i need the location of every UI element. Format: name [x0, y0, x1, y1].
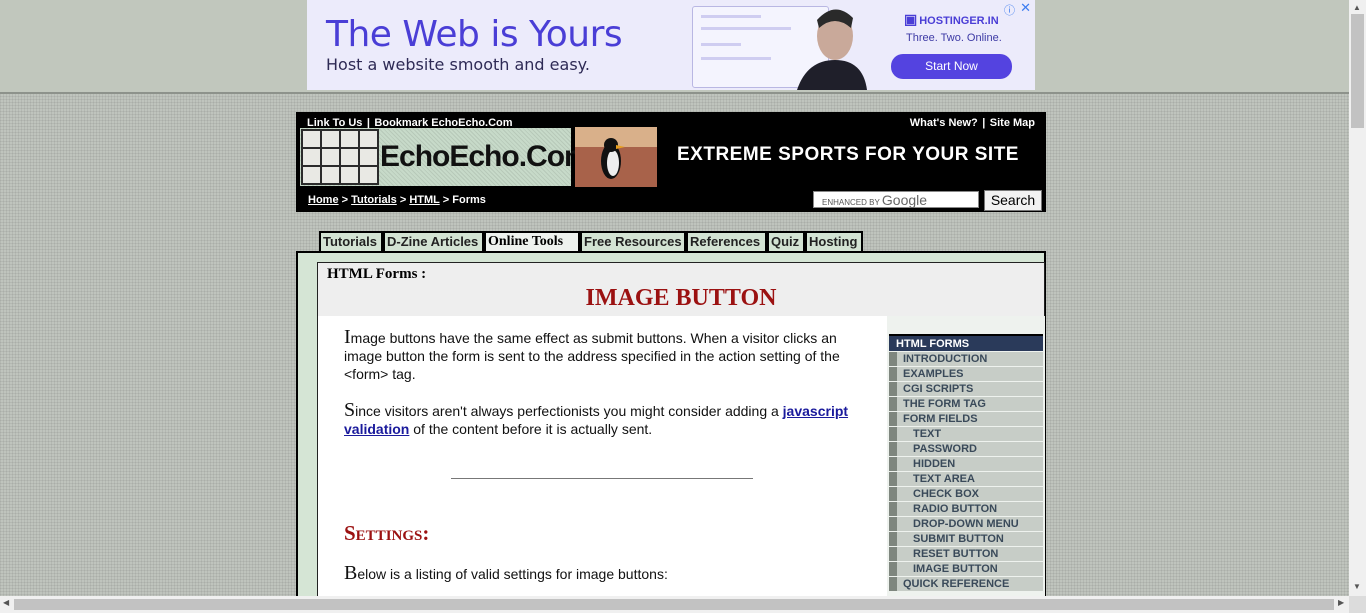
site-header: Link To Us | Bookmark EchoEcho.Com What'…	[296, 112, 1046, 212]
scroll-up-icon[interactable]: ▲	[1353, 3, 1361, 12]
tab-free-resources[interactable]: Free Resources	[580, 231, 686, 251]
scrollbar-corner	[1349, 596, 1366, 613]
tab-dzine-articles[interactable]: D-Zine Articles	[383, 231, 484, 251]
site-logo[interactable]: EchoEcho.Com	[300, 128, 591, 186]
ad-close-icon[interactable]: ✕	[1020, 0, 1031, 16]
settings-paragraph: Below is a listing of valid settings for…	[344, 562, 668, 584]
settings-heading: Settings:	[344, 521, 430, 545]
intro-paragraph: Image buttons have the same effect as su…	[344, 326, 840, 382]
sidebar-item-submit-button[interactable]: SUBMIT BUTTON	[889, 532, 1043, 546]
vertical-scroll-thumb[interactable]	[1351, 14, 1364, 128]
tab-hosting[interactable]: Hosting	[805, 231, 863, 251]
breadcrumb-tutorials[interactable]: Tutorials	[351, 194, 397, 206]
main-panel: HTML Forms : IMAGE BUTTON Image buttons …	[296, 251, 1046, 606]
ad-brand: ▣ HOSTINGER.IN	[904, 11, 999, 27]
sidebar-list: INTRODUCTION EXAMPLES CGI SCRIPTS THE FO…	[889, 352, 1043, 592]
horizontal-scroll-thumb[interactable]	[14, 599, 1334, 610]
site-map-link[interactable]: Site Map	[990, 117, 1035, 129]
scroll-left-icon[interactable]: ◀	[3, 598, 9, 607]
sidebar-item-password[interactable]: PASSWORD	[889, 442, 1043, 456]
page-title: IMAGE BUTTON	[585, 285, 777, 311]
divider	[451, 478, 753, 479]
ad-tagline: Three. Two. Online.	[906, 32, 1002, 44]
tab-references[interactable]: References	[686, 231, 767, 251]
sidebar-item-quick-reference[interactable]: QUICK REFERENCE	[889, 577, 1043, 591]
whats-new-link[interactable]: What's New?	[910, 117, 978, 129]
tab-quiz[interactable]: Quiz	[767, 231, 805, 251]
breadcrumb-html[interactable]: HTML	[409, 194, 439, 206]
horizontal-scrollbar[interactable]: ◀ ▶	[0, 596, 1349, 613]
sidebar-item-form-fields[interactable]: FORM FIELDS	[889, 412, 1043, 426]
search-input[interactable]: ENHANCED BY Google	[813, 191, 979, 208]
forms-sidebar: HTML FORMS INTRODUCTION EXAMPLES CGI SCR…	[887, 316, 1045, 606]
ad-info-icon[interactable]: ⓘ	[1004, 2, 1015, 18]
sidebar-heading: HTML FORMS	[889, 334, 1043, 351]
breadcrumb: Home > Tutorials > HTML > Forms	[308, 194, 486, 206]
sidebar-item-text-area[interactable]: TEXT AREA	[889, 472, 1043, 486]
logo-text: EchoEcho.Com	[380, 140, 591, 173]
search-button[interactable]: Search	[984, 190, 1042, 211]
ad-headline: The Web is Yours	[326, 14, 623, 55]
tab-tutorials[interactable]: Tutorials	[319, 231, 383, 251]
page-title-box: HTML Forms : IMAGE BUTTON	[317, 262, 1045, 317]
sidebar-item-hidden[interactable]: HIDDEN	[889, 457, 1043, 471]
ad-start-button[interactable]: Start Now	[891, 54, 1012, 79]
breadcrumb-current: Forms	[452, 194, 486, 206]
sidebar-item-radio-button[interactable]: RADIO BUTTON	[889, 502, 1043, 516]
sidebar-item-reset-button[interactable]: RESET BUTTON	[889, 547, 1043, 561]
page-subtitle: HTML Forms :	[327, 266, 427, 282]
scroll-down-icon[interactable]: ▼	[1353, 582, 1361, 591]
sidebar-item-introduction[interactable]: INTRODUCTION	[889, 352, 1043, 366]
sidebar-item-examples[interactable]: EXAMPLES	[889, 367, 1043, 381]
header-promo[interactable]: EXTREME SPORTS FOR YOUR SITE	[677, 144, 1019, 166]
logo-tiles-icon	[301, 129, 379, 185]
article-content: Image buttons have the same effect as su…	[317, 316, 889, 606]
sidebar-item-cgi-scripts[interactable]: CGI SCRIPTS	[889, 382, 1043, 396]
penguin-image[interactable]	[575, 127, 657, 187]
sidebar-item-check-box[interactable]: CHECK BOX	[889, 487, 1043, 501]
hostinger-ad[interactable]: The Web is Yours Host a website smooth a…	[307, 0, 1035, 90]
sidebar-item-form-tag[interactable]: THE FORM TAG	[889, 397, 1043, 411]
header-right-links: What's New? | Site Map	[909, 117, 1035, 129]
sidebar-item-image-button[interactable]: IMAGE BUTTON	[889, 562, 1043, 576]
vertical-scrollbar[interactable]: ▲ ▼	[1349, 0, 1366, 596]
sidebar-item-drop-down-menu[interactable]: DROP-DOWN MENU	[889, 517, 1043, 531]
validation-paragraph: Since visitors aren't always perfectioni…	[344, 399, 849, 437]
ad-subline: Host a website smooth and easy.	[326, 55, 590, 74]
sidebar-item-text[interactable]: TEXT	[889, 427, 1043, 441]
ad-person-image	[797, 9, 867, 90]
scroll-right-icon[interactable]: ▶	[1338, 598, 1344, 607]
breadcrumb-home[interactable]: Home	[308, 194, 339, 206]
tab-online-tools[interactable]: Online Tools	[484, 231, 580, 253]
